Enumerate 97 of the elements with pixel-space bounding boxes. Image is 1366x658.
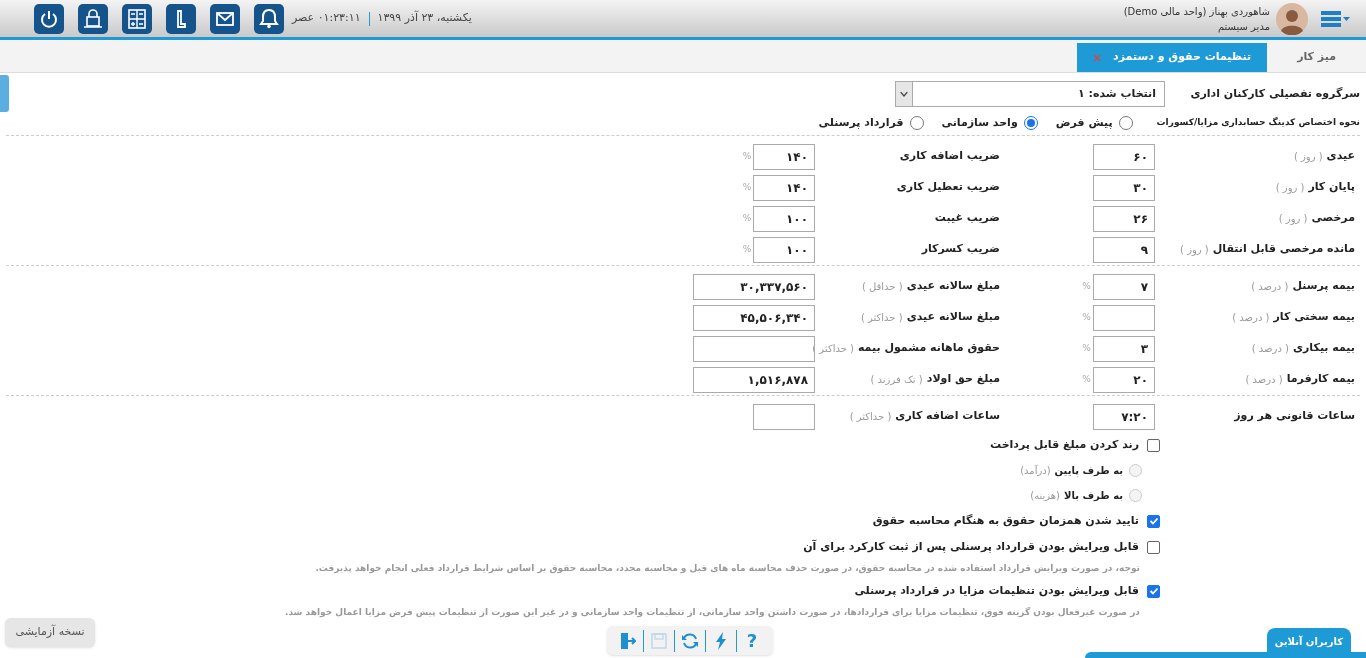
field-label: مبلغ سالانه عیدی [906, 309, 1000, 326]
option-label: به طرف بالا [1064, 489, 1123, 503]
checkbox[interactable] [1147, 514, 1160, 528]
user-name: شاهوردی بهناز (واحد مالی Demo) [1123, 4, 1270, 19]
field-label: پایان کار [1308, 179, 1355, 196]
mail-icon[interactable] [210, 3, 240, 34]
date-text: یکشنبه، ۲۳ آذر ۱۳۹۹ [377, 10, 472, 27]
percent-sign: % [1081, 372, 1092, 386]
side-handle[interactable] [0, 75, 9, 112]
option-label: رند کردن مبلغ قابل پرداخت [990, 436, 1139, 453]
avatar [1276, 2, 1308, 35]
percent-sign: % [1081, 341, 1092, 355]
flash-icon[interactable] [715, 631, 727, 650]
number-field[interactable]: ۱۰۰ [753, 236, 815, 263]
time-text: ۰۱:۲۳:۱۱ عصر [292, 10, 361, 27]
number-field[interactable]: ۴۵,۵۰۶,۳۴۰ [693, 304, 815, 331]
percent-sign: % [1081, 279, 1092, 293]
checkbox[interactable] [1147, 584, 1160, 598]
unit-hint: ( روز ) [1180, 243, 1209, 257]
field-label: بیمه بیکاری [1292, 340, 1355, 357]
percent-sign: % [741, 211, 753, 225]
field-label: مبلغ حق اولاد [926, 371, 1000, 388]
number-field[interactable]: ۲۶ [1093, 205, 1155, 232]
unit-hint: ( حداکثر ) [849, 410, 892, 424]
number-field[interactable]: ۹ [1093, 236, 1155, 263]
number-field[interactable]: ۳۰,۳۳۷,۵۶۰ [693, 273, 815, 300]
percent-sign: % [741, 149, 753, 163]
percent-sign: % [741, 242, 753, 256]
exit-icon[interactable] [620, 631, 636, 650]
option-label: قابل ویرایش بودن تنظیمات مزایا در قرارداد پرسنلی [854, 582, 1139, 599]
option-hint: (هزینه) [1030, 489, 1060, 503]
unit-hint: ( حداقل ) [861, 280, 903, 294]
refresh-icon[interactable] [681, 631, 699, 650]
number-field[interactable] [1093, 304, 1155, 331]
option-label: پیش فرض [1055, 114, 1113, 131]
field-label: حقوق ماهانه مشمول بیمه [857, 340, 1000, 357]
pipe-icon[interactable] [166, 3, 196, 34]
unit-hint: ( درصد ) [1251, 280, 1289, 294]
field-label: ضریب تعطیل کاری [896, 179, 1000, 196]
field-label: بیمه سختی کار [1273, 309, 1355, 326]
field-label: بیمه پرسنل [1292, 278, 1355, 295]
percent-sign: % [1081, 310, 1092, 324]
field-label: نحوه اختصاص کدینگ حسابداری مزایا/کسورات [1156, 116, 1360, 130]
radio-button[interactable] [1118, 116, 1133, 130]
number-field[interactable]: ۶۰ [1093, 143, 1155, 170]
number-field[interactable]: ۱۰۰ [753, 205, 815, 232]
unit-hint: ( روز ) [1278, 212, 1308, 226]
field-label: مانده مرخصی قابل انتقال [1212, 241, 1355, 258]
field-label: مبلغ سالانه عیدی [906, 278, 1000, 295]
number-field[interactable]: ۳ [1093, 335, 1155, 362]
radio-button[interactable] [909, 116, 924, 130]
number-field[interactable] [753, 403, 815, 430]
field-label: بیمه کارفرما [1286, 371, 1355, 388]
unit-hint: ( حداکثر ) [860, 311, 903, 325]
option-label: به طرف پایین [1054, 464, 1123, 478]
field-label: عیدی [1326, 148, 1355, 165]
field-label: سرگروه تفصیلی کارکنان اداری [1189, 85, 1360, 102]
version-badge: نسخه آزمایشی [5, 618, 95, 647]
number-field[interactable] [693, 335, 815, 362]
field-label: ضریب اضافه کاری [899, 148, 1000, 165]
option-label: قرارداد پرسنلی [818, 114, 904, 131]
caret-icon [896, 82, 913, 106]
note-text: در صورت غیرفعال بودن گزینه فوق، تنظیمات مزایا برای قراردادها، در صورت داشتن واحد سازمانی، از تنظیمات واحد سازمانی و در غیر این صورت از تنظیمات پیش فرض مزایا اعمال خواهد شد. [284, 606, 1140, 620]
option-hint: (درآمد) [1020, 463, 1051, 478]
field-label: ضریب غیبت [934, 210, 1000, 227]
group-select[interactable]: انتخاب شده: ۱ [895, 81, 1165, 107]
number-field[interactable]: ۷:۲۰ [1093, 403, 1155, 430]
checkbox[interactable] [1147, 438, 1160, 452]
field-label: ساعات قانونی هر روز [1234, 408, 1355, 425]
checkbox[interactable] [1147, 540, 1160, 554]
field-label: مرخصی [1311, 210, 1355, 227]
unit-hint: ( درصد ) [1251, 342, 1289, 356]
option-label: واحد سازمانی [941, 114, 1018, 131]
bell-icon[interactable] [254, 3, 284, 34]
number-field[interactable]: ۱,۵۱۶,۸۷۸ [693, 366, 815, 393]
tab[interactable]: میز کار [1281, 43, 1352, 72]
calculator-icon[interactable] [122, 3, 152, 34]
percent-sign: % [741, 180, 753, 194]
lock-icon[interactable] [78, 3, 108, 34]
number-field[interactable]: ۲۰ [1093, 366, 1155, 393]
user-role: مدیر سیستم [1216, 19, 1270, 34]
unit-hint: ( تک فرزند ) [870, 373, 923, 387]
option-label: تایید شدن همزمان حقوق به هنگام محاسبه حقوق [872, 512, 1139, 529]
unit-hint: ( روز ) [1293, 150, 1323, 164]
number-field[interactable]: ۱۴۰ [753, 174, 815, 201]
number-field[interactable]: ۷ [1093, 273, 1155, 300]
unit-hint: ( درصد ) [1245, 373, 1283, 387]
power-icon[interactable] [34, 3, 64, 34]
number-field[interactable]: ۳۰ [1093, 174, 1155, 201]
menu-icon[interactable] [1321, 8, 1351, 29]
field-label: ضریب کسرکار [921, 241, 1000, 258]
unit-hint: ( درصد ) [1232, 311, 1270, 325]
unit-hint: ( روز ) [1275, 181, 1305, 195]
field-label: ساعات اضافه کاری [895, 408, 1000, 425]
note-text: توجه، در صورت ویرایش قرارداد استفاده شده در محاسبه حقوق، در صورت حذف محاسبه ماه های قبل و محاسبه مجدد، محاسبه حقوق بر اساس شرایط قرارداد فعلی انجام خواهد پذیرفت. [315, 562, 1140, 576]
option-label: قابل ویرایش بودن قرارداد پرسنلی پس از ثبت کارکرد برای آن [803, 538, 1139, 555]
number-field[interactable]: ۱۴۰ [753, 143, 815, 170]
